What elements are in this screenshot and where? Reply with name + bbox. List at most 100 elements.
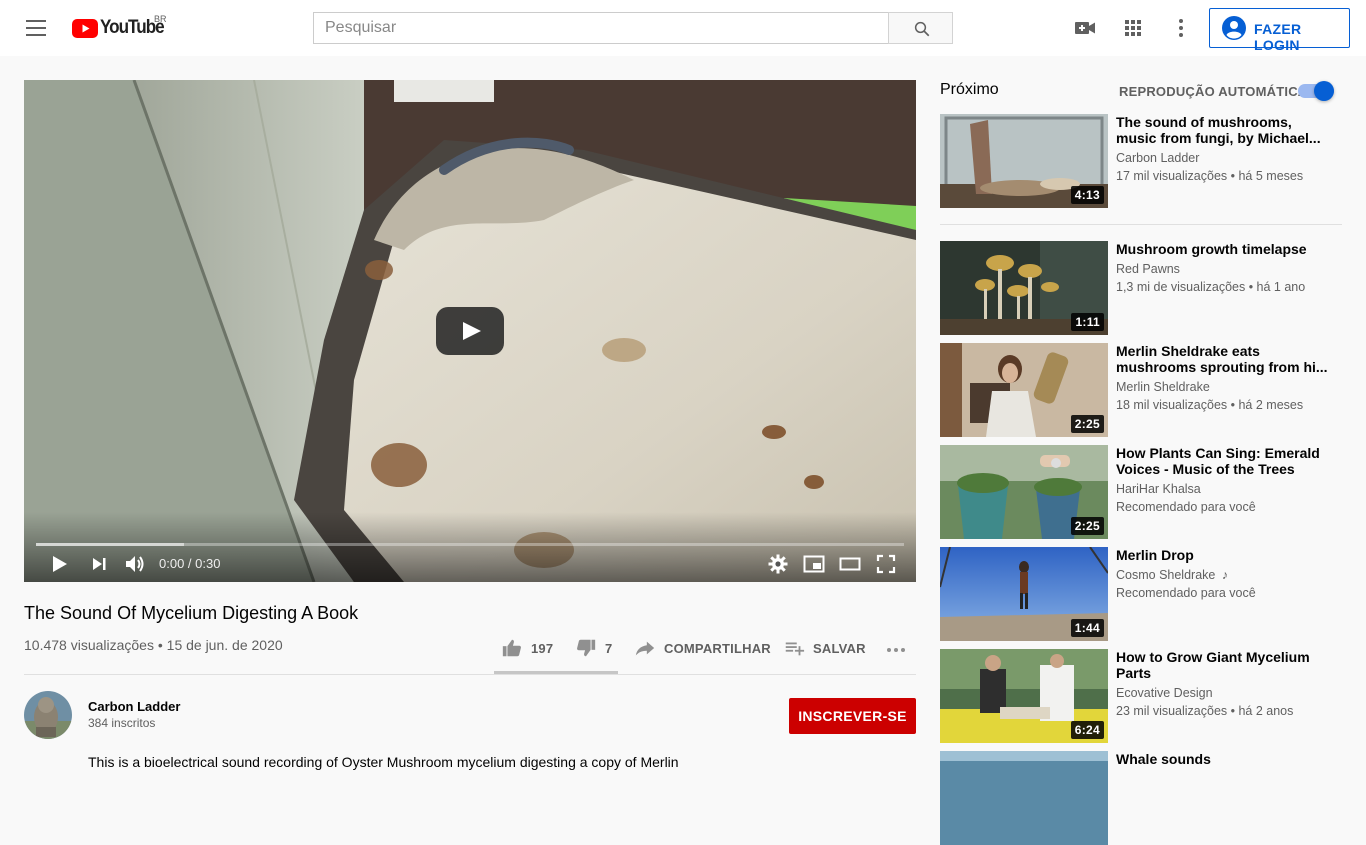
subscriber-count: 384 inscritos xyxy=(88,716,156,730)
video-title-link[interactable]: How to Grow Giant Mycelium Parts xyxy=(1116,649,1328,681)
theater-mode-icon[interactable] xyxy=(838,552,862,576)
view-count-and-date: 10.478 visualizações • 15 de jun. de 202… xyxy=(24,637,283,653)
recommended-video[interactable]: 6:24 How to Grow Giant Mycelium Parts Ec… xyxy=(940,649,1342,743)
channel-link[interactable]: Red Pawns xyxy=(1116,262,1180,276)
video-title-link[interactable]: Mushroom growth timelapse xyxy=(1116,241,1328,257)
recommended-video[interactable]: Whale sounds xyxy=(940,751,1342,845)
channel-name[interactable]: Carbon Ladder xyxy=(88,699,180,714)
video-duration: 1:11 xyxy=(1071,313,1104,331)
title-line: mushrooms sprouting from hi... xyxy=(1116,359,1328,375)
dislike-count: 7 xyxy=(605,640,613,656)
channel-avatar[interactable] xyxy=(24,691,72,739)
video-duration: 1:44 xyxy=(1070,619,1104,637)
video-thumbnail[interactable]: 6:24 xyxy=(940,649,1108,743)
video-thumbnail[interactable]: 1:44 xyxy=(940,547,1108,641)
autoplay-label: REPRODUÇÃO AUTOMÁTICA xyxy=(1119,84,1308,99)
apps-grid-icon[interactable] xyxy=(1121,16,1145,40)
video-title-link[interactable]: The sound of mushrooms, music from fungi… xyxy=(1116,114,1328,146)
title-line: Whale sounds xyxy=(1116,751,1211,767)
video-stats: Recomendado para você xyxy=(1116,500,1256,514)
channel-link[interactable]: Merlin Sheldrake xyxy=(1116,380,1210,394)
title-line: Merlin Sheldrake eats xyxy=(1116,343,1260,359)
search-box xyxy=(313,12,889,44)
recommended-video[interactable]: 4:13 The sound of mushrooms, music from … xyxy=(940,114,1342,208)
video-duration: 2:25 xyxy=(1070,415,1104,433)
thumbs-up-icon xyxy=(502,639,521,657)
sidebar-divider xyxy=(940,224,1342,225)
title-line: The sound of mushrooms, xyxy=(1116,114,1292,130)
info-divider xyxy=(24,674,916,675)
sign-in-button[interactable]: FAZER LOGIN xyxy=(1209,8,1350,53)
subscribe-button[interactable]: INSCREVER-SE xyxy=(789,698,916,734)
logo-country-code: BR xyxy=(154,14,167,24)
miniplayer-icon[interactable] xyxy=(802,552,826,576)
thumbs-down-icon xyxy=(577,639,596,657)
video-title-link[interactable]: How Plants Can Sing: Emerald Voices - Mu… xyxy=(1116,445,1328,477)
share-button[interactable]: COMPARTILHAR xyxy=(634,636,771,660)
autoplay-toggle[interactable] xyxy=(1298,81,1334,101)
progress-bar[interactable] xyxy=(36,543,904,546)
youtube-play-logo-icon xyxy=(72,18,98,38)
save-button[interactable]: SALVAR xyxy=(783,636,866,660)
like-button[interactable]: 197 xyxy=(501,636,553,660)
search-icon xyxy=(914,21,930,37)
masthead: YouTube BR FAZER LOGIN xyxy=(0,0,1366,56)
dislike-button[interactable]: 7 xyxy=(575,636,612,660)
playlist-add-icon xyxy=(785,642,805,656)
video-title-link[interactable]: Merlin Sheldrake eats mushrooms sproutin… xyxy=(1116,343,1328,375)
title-line: Mushroom growth timelapse xyxy=(1116,241,1307,257)
up-next-heading: Próximo xyxy=(940,81,999,98)
channel-name: Cosmo Sheldrake xyxy=(1116,568,1216,582)
volume-icon[interactable] xyxy=(123,552,147,576)
title-line: How Plants Can Sing: Emerald xyxy=(1116,445,1320,461)
buffered-progress xyxy=(36,543,184,546)
video-title-link[interactable]: Whale sounds xyxy=(1116,751,1328,767)
recommended-video[interactable]: 2:25 How Plants Can Sing: Emerald Voices… xyxy=(940,445,1342,539)
video-stats: 1,3 mi de visualizações • há 1 ano xyxy=(1116,280,1306,294)
channel-link[interactable]: HariHar Khalsa xyxy=(1116,482,1201,496)
video-thumbnail[interactable]: 2:25 xyxy=(940,445,1108,539)
settings-more-icon[interactable] xyxy=(1169,16,1193,40)
youtube-logo[interactable]: YouTube BR xyxy=(72,14,171,39)
video-stats: 18 mil visualizações • há 2 meses xyxy=(1116,398,1304,412)
play-icon[interactable] xyxy=(47,552,71,576)
account-circle-icon xyxy=(1222,16,1246,40)
channel-link[interactable]: Ecovative Design xyxy=(1116,686,1213,700)
thumbnail-image xyxy=(940,751,1108,845)
share-arrow-icon xyxy=(635,641,655,656)
search-button[interactable] xyxy=(888,12,953,44)
time-display: 0:00 / 0:30 xyxy=(159,556,221,571)
search-input[interactable] xyxy=(314,13,889,43)
video-stats: Recomendado para você xyxy=(1116,586,1256,600)
sign-in-label: FAZER LOGIN xyxy=(1254,21,1302,53)
more-actions-icon[interactable] xyxy=(884,638,908,662)
menu-icon[interactable] xyxy=(26,20,46,36)
like-count: 197 xyxy=(531,640,554,656)
channel-link[interactable]: Cosmo Sheldrake ♪ xyxy=(1116,568,1228,582)
fullscreen-icon[interactable] xyxy=(874,552,898,576)
recommended-video[interactable]: 1:44 Merlin Drop Cosmo Sheldrake ♪ Recom… xyxy=(940,547,1342,641)
video-stats: 23 mil visualizações • há 2 anos xyxy=(1116,704,1294,718)
recommended-video[interactable]: 2:25 Merlin Sheldrake eats mushrooms spr… xyxy=(940,343,1342,437)
channel-avatar-image xyxy=(24,691,72,739)
share-label: COMPARTILHAR xyxy=(664,640,771,656)
video-title: The Sound Of Mycelium Digesting A Book xyxy=(24,603,359,623)
video-duration: 6:24 xyxy=(1070,721,1104,739)
music-note-icon: ♪ xyxy=(1221,568,1229,582)
large-play-button[interactable] xyxy=(436,307,504,355)
title-line: How to Grow Giant Mycelium xyxy=(1116,649,1310,665)
video-thumbnail[interactable]: 1:11 xyxy=(940,241,1108,335)
title-line: Parts xyxy=(1116,665,1152,681)
channel-link[interactable]: Carbon Ladder xyxy=(1116,151,1199,165)
recommended-video[interactable]: 1:11 Mushroom growth timelapse Red Pawns… xyxy=(940,241,1342,335)
video-thumbnail[interactable]: 4:13 xyxy=(940,114,1108,208)
video-duration: 4:13 xyxy=(1070,186,1104,204)
video-player[interactable]: 0:00 / 0:30 xyxy=(24,80,916,582)
create-video-icon[interactable] xyxy=(1073,16,1097,40)
settings-gear-icon[interactable] xyxy=(766,552,790,576)
title-line: music from fungi, by Michael... xyxy=(1116,130,1321,146)
video-thumbnail[interactable] xyxy=(940,751,1108,845)
video-title-link[interactable]: Merlin Drop xyxy=(1116,547,1328,563)
video-thumbnail[interactable]: 2:25 xyxy=(940,343,1108,437)
next-video-icon[interactable] xyxy=(87,552,111,576)
